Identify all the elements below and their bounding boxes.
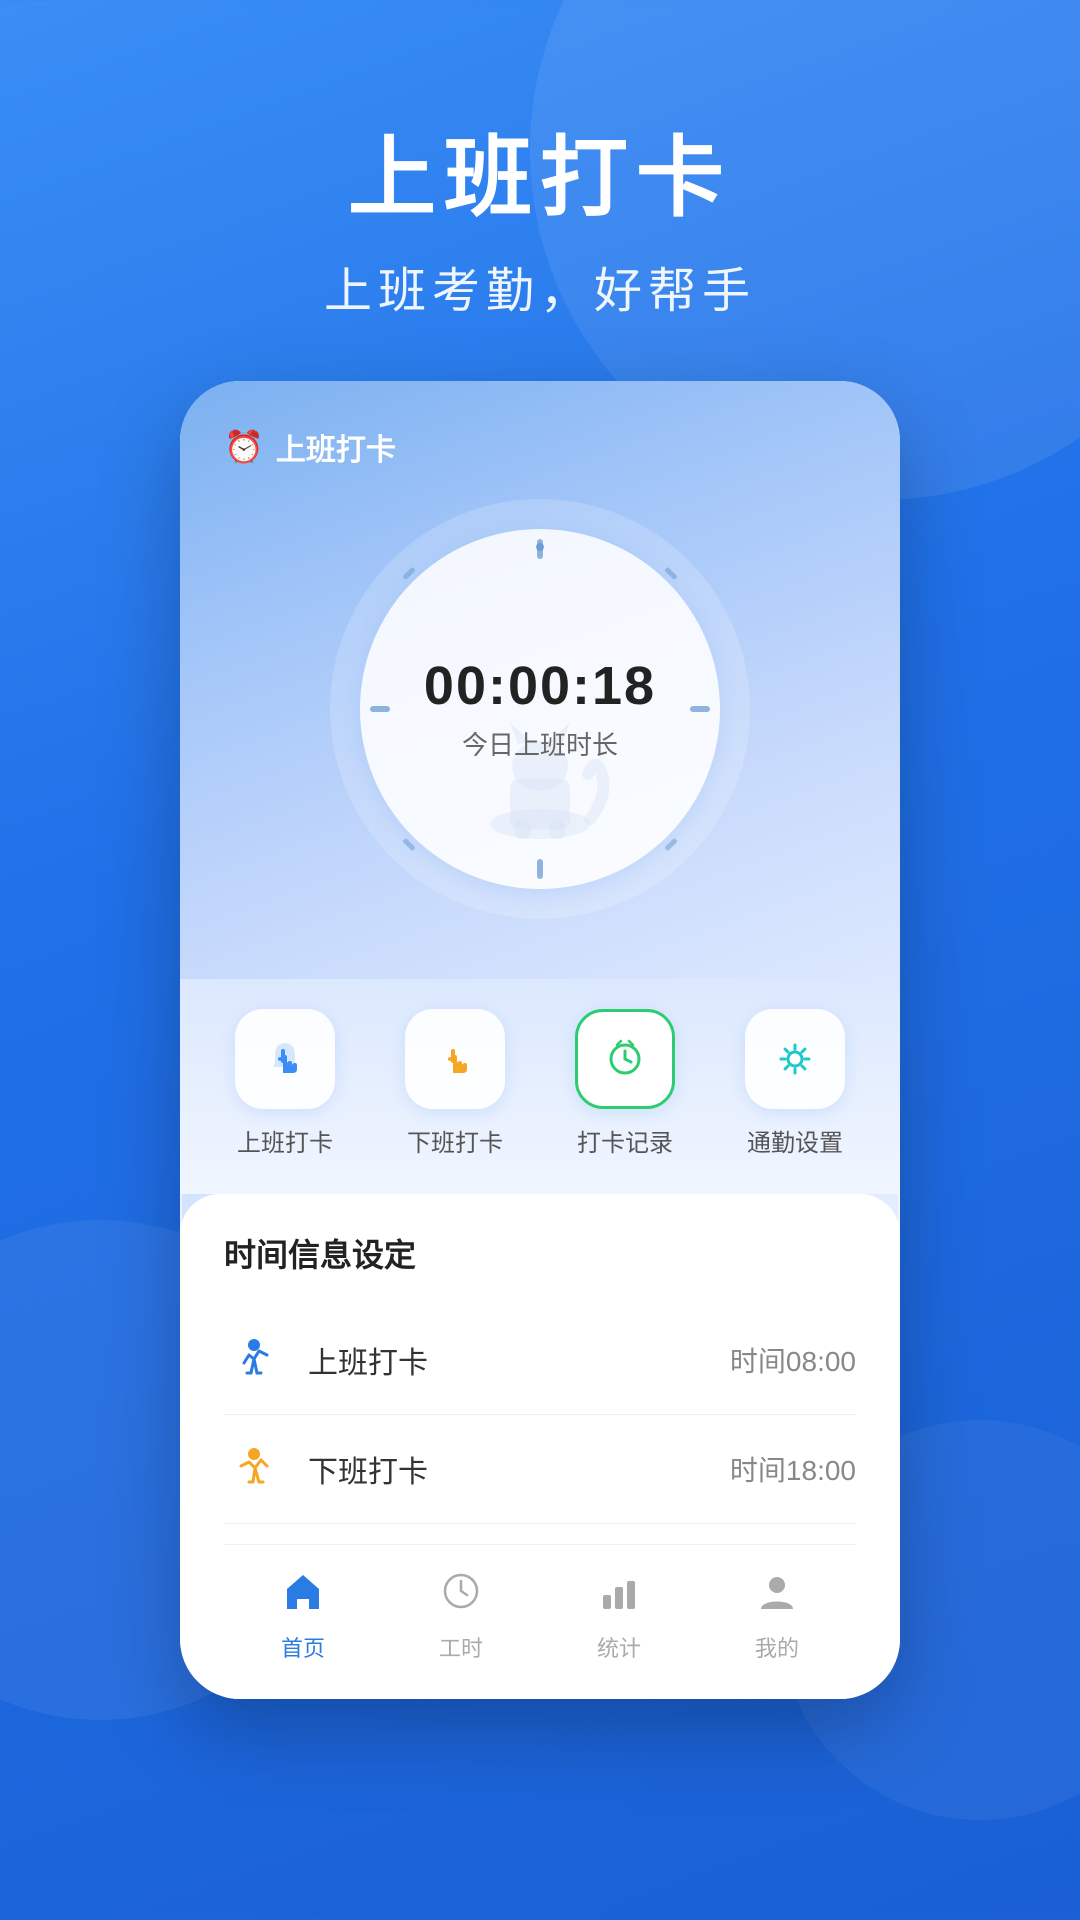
checkout-button-circle[interactable]: [405, 1009, 505, 1109]
work-start-time: 时间08:00: [730, 1340, 856, 1380]
phone-bar-title: 上班打卡: [276, 425, 396, 469]
nav-home[interactable]: 首页: [281, 1569, 325, 1663]
checkin-label: 上班打卡: [237, 1123, 333, 1158]
bottom-nav: 首页 工时 统计: [224, 1544, 856, 1699]
settings-label: 通勤设置: [747, 1123, 843, 1158]
stats-label: 统计: [597, 1631, 641, 1663]
work-start-row[interactable]: 上班打卡 时间08:00: [224, 1306, 856, 1415]
tick-10: [402, 567, 415, 580]
tick-2: [664, 567, 677, 580]
phone-mockup: ⏰ 上班打卡: [180, 381, 900, 1699]
home-label: 首页: [281, 1631, 325, 1663]
app-title-main: 上班打卡: [0, 130, 1080, 227]
alarm-icon: ⏰: [224, 428, 264, 466]
tick-6: [537, 859, 543, 879]
work-start-icon: [224, 1330, 284, 1390]
nav-hours[interactable]: 工时: [439, 1569, 483, 1663]
home-icon: [281, 1569, 325, 1623]
records-button-item[interactable]: 打卡记录: [575, 1009, 675, 1158]
checkin-button-circle[interactable]: [235, 1009, 335, 1109]
settings-button-circle[interactable]: [745, 1009, 845, 1109]
tick-8: [402, 838, 415, 851]
phone-bottom-area: 时间信息设定 上班打卡 时间08:00 下班打卡: [180, 1194, 900, 1699]
records-label: 打卡记录: [577, 1123, 673, 1158]
stats-icon: [597, 1569, 641, 1623]
top-header: 上班打卡 上班考勤，好帮手: [0, 0, 1080, 381]
checkout-label: 下班打卡: [407, 1123, 503, 1158]
action-buttons-row: 上班打卡 下班打卡 打卡记录: [180, 979, 900, 1194]
records-button-circle[interactable]: [575, 1009, 675, 1109]
clock-outer: 00:00:18 今日上班时长: [330, 499, 750, 919]
nav-stats[interactable]: 统计: [597, 1569, 641, 1663]
profile-label: 我的: [755, 1631, 799, 1663]
clock-inner: 00:00:18 今日上班时长: [360, 529, 720, 889]
phone-app-bar: ⏰ 上班打卡: [224, 425, 856, 469]
checkin-button-item[interactable]: 上班打卡: [235, 1009, 335, 1158]
hours-icon: [439, 1569, 483, 1623]
clock-label: 今日上班时长: [462, 725, 618, 762]
tick-3: [690, 706, 710, 712]
nav-profile[interactable]: 我的: [755, 1569, 799, 1663]
tick-4: [664, 838, 677, 851]
clock-hand-dot: [536, 543, 544, 551]
phone-top-area: ⏰ 上班打卡: [180, 381, 900, 979]
work-end-time: 时间18:00: [730, 1449, 856, 1489]
settings-button-item[interactable]: 通勤设置: [745, 1009, 845, 1158]
hours-label: 工时: [439, 1631, 483, 1663]
section-title: 时间信息设定: [224, 1230, 856, 1276]
work-end-icon: [224, 1439, 284, 1499]
work-end-row[interactable]: 下班打卡 时间18:00: [224, 1415, 856, 1524]
work-end-name: 下班打卡: [308, 1447, 730, 1491]
app-title-sub: 上班考勤，好帮手: [0, 251, 1080, 321]
clock-container: 00:00:18 今日上班时长: [224, 499, 856, 919]
clock-time: 00:00:18: [424, 655, 656, 717]
work-start-name: 上班打卡: [308, 1338, 730, 1382]
checkout-button-item[interactable]: 下班打卡: [405, 1009, 505, 1158]
tick-9: [370, 706, 390, 712]
profile-icon: [755, 1569, 799, 1623]
